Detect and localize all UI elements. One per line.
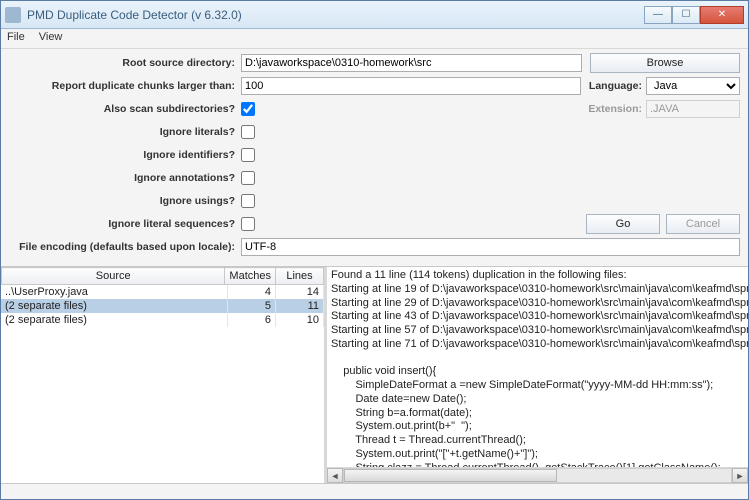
results-split: Source Matches Lines ..\UserProxy.java41… xyxy=(1,267,748,483)
details-pane: Found a 11 line (114 tokens) duplication… xyxy=(327,267,748,483)
table-row[interactable]: (2 separate files)511 xyxy=(1,299,324,313)
language-select[interactable]: Java xyxy=(646,77,740,95)
language-label: Language: xyxy=(589,80,642,92)
subdir-checkbox[interactable] xyxy=(241,102,255,116)
ignore-litseq-checkbox[interactable] xyxy=(241,217,255,231)
chunk-size-input[interactable] xyxy=(241,77,581,95)
cell-source: (2 separate files) xyxy=(1,313,228,327)
col-source[interactable]: Source xyxy=(2,268,225,285)
options-panel: Root source directory: Browse Report dup… xyxy=(1,49,748,267)
scroll-left-arrow-icon[interactable]: ◄ xyxy=(327,468,343,483)
menubar: File View xyxy=(1,29,748,49)
results-table: Source Matches Lines xyxy=(1,267,324,285)
statusbar xyxy=(1,483,748,499)
duplication-details[interactable]: Found a 11 line (114 tokens) duplication… xyxy=(327,267,748,467)
root-dir-label: Root source directory: xyxy=(9,57,241,69)
col-matches[interactable]: Matches xyxy=(225,268,276,285)
cell-matches: 4 xyxy=(228,285,276,299)
cell-source: (2 separate files) xyxy=(1,299,228,313)
scroll-thumb[interactable] xyxy=(344,469,557,482)
window-title: PMD Duplicate Code Detector (v 6.32.0) xyxy=(27,8,644,22)
cell-lines: 14 xyxy=(276,285,324,299)
ignore-annotations-label: Ignore annotations? xyxy=(9,172,241,184)
menu-file[interactable]: File xyxy=(7,31,25,46)
encoding-label: File encoding (defaults based upon local… xyxy=(9,241,241,253)
ignore-literals-checkbox[interactable] xyxy=(241,125,255,139)
ignore-identifiers-checkbox[interactable] xyxy=(241,148,255,162)
titlebar[interactable]: PMD Duplicate Code Detector (v 6.32.0) —… xyxy=(1,1,748,29)
encoding-input[interactable] xyxy=(241,238,740,256)
cell-matches: 6 xyxy=(228,313,276,327)
cell-lines: 11 xyxy=(276,299,324,313)
ignore-literals-label: Ignore literals? xyxy=(9,126,241,138)
minimize-button[interactable]: — xyxy=(644,6,672,24)
browse-button[interactable]: Browse xyxy=(590,53,740,73)
ignore-usings-label: Ignore usings? xyxy=(9,195,241,207)
cell-lines: 10 xyxy=(276,313,324,327)
col-lines[interactable]: Lines xyxy=(276,268,324,285)
horizontal-scrollbar[interactable]: ◄ ► xyxy=(327,467,748,483)
ignore-annotations-checkbox[interactable] xyxy=(241,171,255,185)
ignore-usings-checkbox[interactable] xyxy=(241,194,255,208)
app-window: PMD Duplicate Code Detector (v 6.32.0) —… xyxy=(0,0,749,500)
ignore-identifiers-label: Ignore identifiers? xyxy=(9,149,241,161)
cell-source: ..\UserProxy.java xyxy=(1,285,228,299)
extension-input xyxy=(646,100,740,118)
table-row[interactable]: ..\UserProxy.java414 xyxy=(1,285,324,299)
app-icon xyxy=(5,7,21,23)
table-row[interactable]: (2 separate files)610 xyxy=(1,313,324,327)
maximize-button[interactable]: ☐ xyxy=(672,6,700,24)
menu-view[interactable]: View xyxy=(39,31,63,46)
cancel-button[interactable]: Cancel xyxy=(666,214,740,234)
close-button[interactable]: ✕ xyxy=(700,6,744,24)
cell-matches: 5 xyxy=(228,299,276,313)
subdir-label: Also scan subdirectories? xyxy=(9,103,241,115)
go-button[interactable]: Go xyxy=(586,214,660,234)
results-table-pane: Source Matches Lines ..\UserProxy.java41… xyxy=(1,267,327,483)
extension-label: Extension: xyxy=(588,103,642,115)
root-dir-input[interactable] xyxy=(241,54,582,72)
chunk-size-label: Report duplicate chunks larger than: xyxy=(9,80,241,92)
ignore-litseq-label: Ignore literal sequences? xyxy=(9,218,241,230)
scroll-right-arrow-icon[interactable]: ► xyxy=(732,468,748,483)
